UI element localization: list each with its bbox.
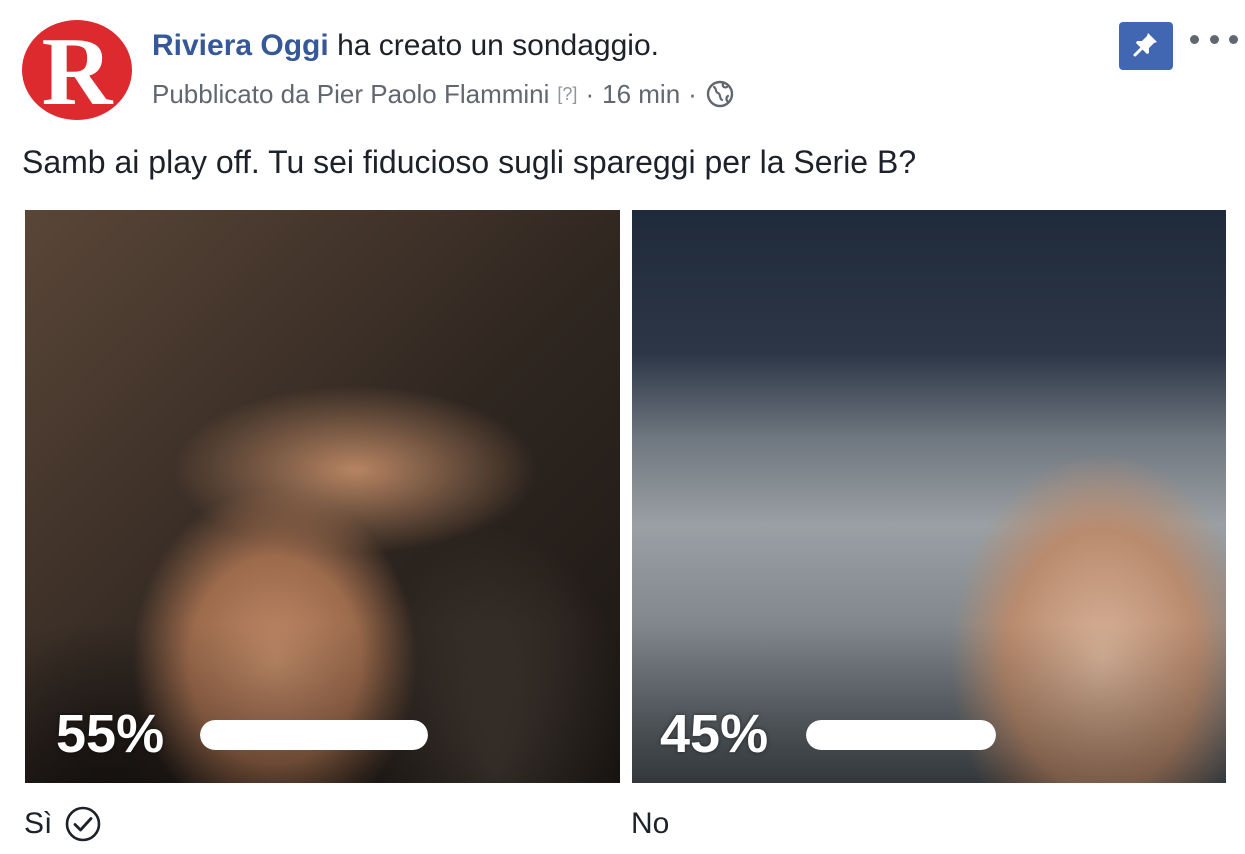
poll-option-label-si: Sì: [24, 807, 53, 840]
post-action-text: ha creato un sondaggio.: [337, 29, 659, 62]
more-icon-dot: [1190, 34, 1199, 44]
page-name-link[interactable]: Riviera Oggi: [152, 29, 329, 62]
poll-option-label-no: No: [631, 807, 670, 840]
poll-option-no[interactable]: No: [631, 804, 669, 844]
pin-icon: [1131, 29, 1161, 64]
post-meta: Pubblicato da Pier Paolo Flammini [?] · …: [152, 78, 735, 110]
help-marker[interactable]: [?]: [557, 78, 577, 110]
pin-post-button[interactable]: [1119, 22, 1173, 70]
post-header: Riviera Oggi ha creato un sondaggio.: [152, 28, 659, 64]
poll-bar-no: [806, 720, 996, 750]
more-options-button[interactable]: [1190, 24, 1238, 54]
poll-option-image-no[interactable]: [632, 210, 1226, 783]
poll-question: Samb ai play off. Tu sei fiducioso sugli…: [22, 144, 917, 180]
globe-icon[interactable]: [705, 79, 735, 109]
avatar-logo-letter: R: [41, 20, 113, 120]
meta-separator: ·: [585, 79, 595, 109]
poll-bar-fill-si: [200, 720, 428, 750]
more-icon-dot: [1209, 34, 1219, 44]
poll-bar-fill-no: [806, 720, 996, 750]
published-by-text[interactable]: Pubblicato da Pier Paolo Flammini: [152, 78, 549, 110]
page-avatar[interactable]: R: [22, 20, 132, 120]
check-circle-icon: [64, 805, 102, 843]
poll-option-image-si[interactable]: [25, 210, 620, 783]
poll-option-si[interactable]: Sì: [24, 804, 102, 844]
poll-bar-si: [200, 720, 428, 750]
meta-separator-2: ·: [688, 79, 697, 109]
post-time[interactable]: 16 min: [602, 78, 680, 110]
poll-percent-si: 55%: [56, 704, 165, 764]
more-icon-dot: [1229, 34, 1238, 44]
poll-percent-no: 45%: [660, 704, 769, 764]
